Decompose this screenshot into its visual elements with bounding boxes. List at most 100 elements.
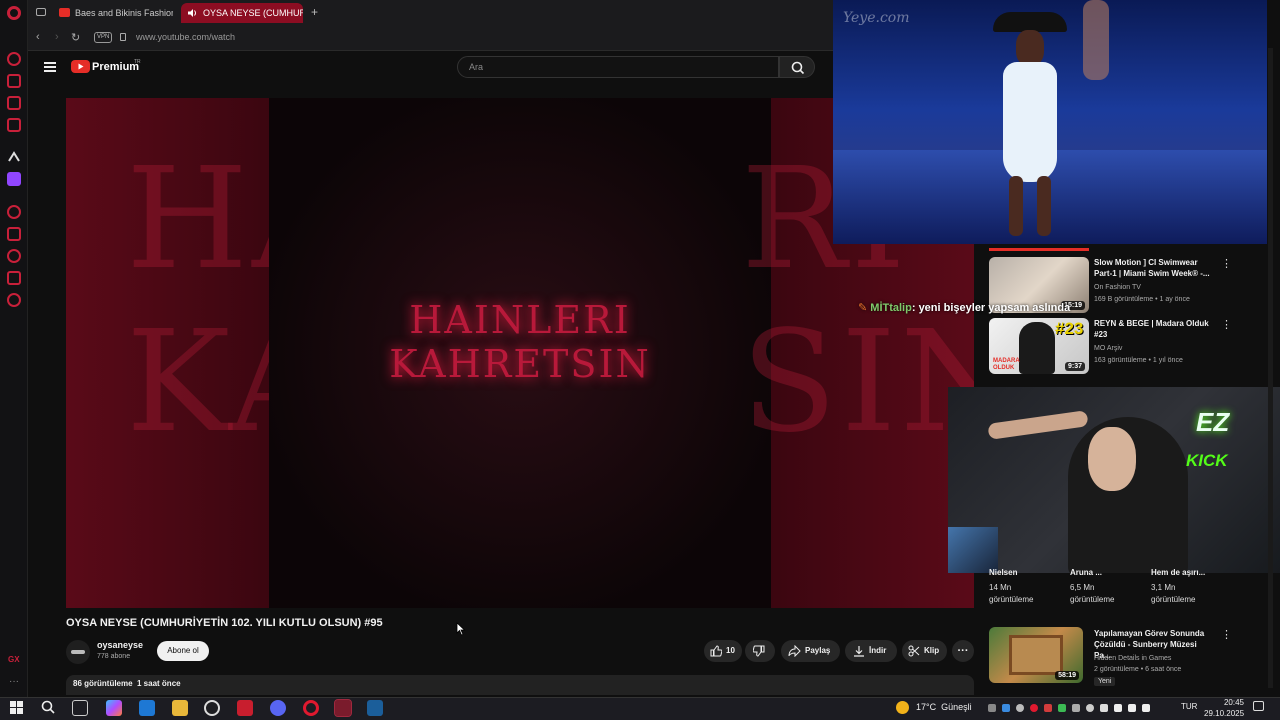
views-and-date: 86 görüntüleme 1 saat önce: [73, 679, 181, 688]
vpn-badge[interactable]: VPN: [94, 32, 113, 43]
extensions-icon[interactable]: [7, 271, 21, 285]
windows-start-icon[interactable]: [10, 701, 23, 714]
rec-title-1[interactable]: Slow Motion ] CI Swimwear Part-1 | Miami…: [1094, 257, 1214, 279]
rec-title-2[interactable]: REYN & BEGE | Madara Olduk #23: [1094, 318, 1214, 340]
clock-icon[interactable]: [7, 249, 21, 263]
subscribe-button[interactable]: Abone ol: [157, 641, 209, 661]
taskbar-search-icon[interactable]: [41, 700, 55, 714]
opera-logo-icon[interactable]: [7, 6, 21, 20]
rec-thumbnail-3[interactable]: 58:19: [989, 627, 1083, 683]
channel-avatar[interactable]: [66, 640, 90, 664]
clock-date: 29.10.2025: [1204, 709, 1245, 718]
volume-icon[interactable]: [1142, 703, 1150, 712]
chat-message: ✎ MİTtalip: yeni bişeyler yapsam aslında: [858, 301, 1070, 314]
poster-left-panel: HA KA: [66, 98, 353, 608]
tray-icon-1[interactable]: [988, 703, 996, 712]
short-title-3[interactable]: Hem de aşırı...: [1151, 568, 1205, 577]
back-icon[interactable]: ‹: [36, 31, 40, 43]
like-count: 10: [726, 646, 735, 655]
outlook-icon[interactable]: [139, 700, 155, 716]
tray-icon-8[interactable]: [1086, 703, 1094, 712]
tab-baes-bikinis[interactable]: Baes and Bikinis Fashion: [53, 3, 173, 23]
new-tab-icon[interactable]: +: [311, 5, 318, 19]
page-scrollbar[interactable]: [1268, 48, 1273, 688]
rec-thumbnail-2[interactable]: #23 MADARA OLDUK 9:37: [989, 318, 1089, 374]
news-icon[interactable]: [7, 118, 21, 132]
settings-icon[interactable]: [7, 293, 21, 307]
file-explorer-icon[interactable]: [172, 700, 188, 716]
clip-button[interactable]: Klip: [902, 640, 947, 662]
tray-icon-3[interactable]: [1016, 703, 1024, 712]
short-count-1: 14 Mn: [989, 583, 1012, 592]
weather-sun-icon[interactable]: [896, 701, 909, 714]
twitch-icon[interactable]: [7, 172, 21, 186]
like-button[interactable]: 10: [704, 640, 742, 662]
gx-icon[interactable]: GX: [8, 655, 20, 664]
opera-taskbar-icon[interactable]: [303, 700, 319, 716]
system-tray[interactable]: [988, 700, 1158, 715]
steam-icon[interactable]: [367, 700, 383, 716]
model-leg-left: [1009, 176, 1023, 236]
arrow-up-icon[interactable]: [7, 150, 21, 164]
model-leg-right: [1037, 176, 1051, 236]
short-title-1[interactable]: Nielsen: [989, 568, 1017, 577]
short-title-2[interactable]: Aruna ...: [1070, 568, 1102, 577]
description-box[interactable]: 86 görüntüleme 1 saat önce: [66, 675, 974, 695]
tab-oysa-neyse[interactable]: OYSA NEYSE (CUMHUR: [181, 3, 303, 23]
model-head: [1016, 30, 1044, 66]
lock-icon[interactable]: [120, 33, 126, 41]
weather-text[interactable]: 17°C Güneşli: [916, 702, 972, 712]
download-button[interactable]: İndir: [845, 640, 897, 662]
wallet-icon[interactable]: [7, 74, 21, 88]
bookmark-icon[interactable]: [7, 227, 21, 241]
rec-channel-1[interactable]: On Fashion TV: [1094, 282, 1141, 293]
tray-icon-5[interactable]: [1044, 703, 1052, 712]
rec-menu-icon-2[interactable]: ⋮: [1221, 319, 1232, 331]
reload-icon[interactable]: ↻: [71, 31, 80, 44]
poster-title: HAINLERI KAHRETSIN: [389, 298, 651, 386]
taskbar-clock[interactable]: 20:45 29.10.2025: [1204, 697, 1244, 719]
opera-gx-taskbar-icon[interactable]: [334, 699, 352, 717]
discord-icon[interactable]: [270, 700, 286, 716]
tab-menu-icon[interactable]: [36, 8, 46, 16]
thumbs-up-icon: [710, 645, 722, 657]
copilot-icon[interactable]: [106, 700, 122, 716]
ai-aria-icon[interactable]: [7, 52, 21, 66]
history-icon[interactable]: [7, 205, 21, 219]
more-icon[interactable]: ···: [9, 676, 19, 687]
background-model: [1083, 0, 1109, 80]
rec-menu-icon-3[interactable]: ⋮: [1221, 629, 1232, 641]
short-unit-3: görüntüleme: [1151, 595, 1196, 604]
messenger-icon[interactable]: [7, 96, 21, 110]
dislike-button[interactable]: [745, 640, 775, 662]
url-field[interactable]: www.youtube.com/watch: [136, 32, 235, 42]
hamburger-menu-icon[interactable]: [44, 62, 56, 72]
tray-icon-4[interactable]: [1030, 703, 1038, 712]
tray-icon-6[interactable]: [1058, 703, 1066, 712]
wifi-icon[interactable]: [1128, 703, 1136, 712]
speaker-icon[interactable]: [188, 9, 197, 17]
search-input[interactable]: Ara: [457, 56, 779, 78]
task-view-icon[interactable]: [72, 700, 88, 716]
more-actions-button[interactable]: ···: [952, 640, 974, 662]
tray-icon-9[interactable]: [1100, 703, 1108, 712]
download-icon: [853, 645, 865, 657]
notification-icon[interactable]: [1253, 701, 1264, 711]
forward-icon[interactable]: ›: [55, 31, 59, 43]
keyboard-language[interactable]: TUR: [1181, 702, 1197, 711]
channel-name[interactable]: oysaneyse: [97, 640, 143, 650]
thumbs-down-icon: [753, 645, 765, 657]
tray-icon-2[interactable]: [1002, 703, 1010, 712]
voice-meeter-icon[interactable]: [237, 700, 253, 716]
rec-menu-icon-1[interactable]: ⋮: [1221, 258, 1232, 270]
microphone-icon[interactable]: [1114, 703, 1122, 712]
share-button[interactable]: Paylaş: [781, 640, 840, 662]
rec-channel-2[interactable]: MO Arşiv: [1094, 343, 1122, 354]
tray-icon-7[interactable]: [1072, 703, 1080, 712]
chat-username: MİTtalip: [870, 302, 912, 314]
premium-label[interactable]: Premium: [92, 61, 139, 73]
obs-icon[interactable]: [204, 700, 220, 716]
search-button[interactable]: [779, 56, 815, 78]
youtube-logo-icon[interactable]: [71, 60, 90, 73]
rec-channel-3[interactable]: Hidden Details in Games: [1094, 653, 1171, 664]
